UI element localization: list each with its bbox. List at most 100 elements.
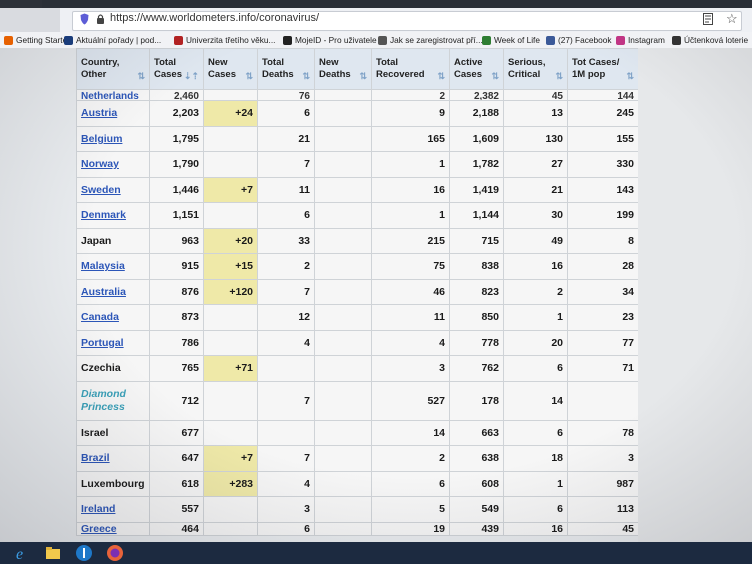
table-row: Belgium 1,795 21 165 1,609 130 155 [76, 125, 638, 152]
country-name[interactable]: Brazil [81, 452, 110, 464]
column-header-total-recovered[interactable]: Total Recovered ⇅ [371, 48, 450, 90]
column-header-new-deaths[interactable]: New Deaths ⇅ [314, 48, 372, 90]
cell-recovered: 75 [371, 253, 450, 280]
cell-active: 1,782 [449, 151, 504, 178]
sort-icon[interactable]: ⇅ [555, 70, 563, 82]
university-icon [174, 35, 183, 45]
reader-view-icon[interactable] [703, 13, 713, 25]
cell-recovered: 2 [371, 89, 450, 101]
cell-new-cases [203, 89, 258, 101]
cell-country: Portugal [76, 329, 150, 356]
cell-recovered: 14 [371, 419, 450, 446]
edge-icon[interactable]: e [13, 544, 31, 562]
country-name[interactable]: Ireland [81, 503, 115, 515]
country-name: Luxembourg [81, 477, 145, 490]
url-text[interactable]: https://www.worldometers.info/coronaviru… [110, 12, 319, 24]
cell-active: 850 [449, 304, 504, 331]
country-name[interactable]: Malaysia [81, 260, 125, 272]
cell-per-million: 3 [567, 445, 638, 472]
country-name[interactable]: Sweden [81, 184, 121, 196]
page-right-margin [638, 48, 752, 542]
bookmark-item[interactable]: Aktuální pořady | pod... [64, 34, 161, 46]
sort-icon[interactable]: ⇅ [437, 70, 445, 82]
bookmark-item[interactable]: Instagram [616, 34, 665, 46]
file-explorer-icon[interactable] [44, 544, 62, 562]
cell-new-cases: +283 [203, 470, 258, 497]
bookmark-item[interactable]: MojeID - Pro uživatele [283, 34, 377, 46]
cell-recovered: 215 [371, 227, 450, 254]
bookmark-label: Instagram [628, 35, 665, 45]
firefox-icon[interactable] [106, 544, 124, 562]
sort-icon[interactable]: ⇅ [491, 70, 499, 82]
bookmark-item[interactable]: Univerzita třetího věku... [174, 34, 275, 46]
cell-country: Denmark [76, 202, 150, 229]
sort-icon[interactable]: ⇣⇡ [184, 70, 199, 82]
column-header-total-cases[interactable]: Total Cases ⇣⇡ [149, 48, 204, 90]
cell-total-deaths: 4 [257, 329, 315, 356]
country-name[interactable]: Australia [81, 286, 126, 298]
bookmark-star-icon[interactable]: ☆ [726, 12, 738, 26]
bookmark-item[interactable]: Jak se zaregistrovat pří... [378, 34, 483, 46]
sort-icon[interactable]: ⇅ [302, 70, 310, 82]
bookmark-item[interactable]: Getting Started [4, 34, 72, 46]
country-name[interactable]: Belgium [81, 133, 122, 145]
cell-total-cases: 677 [149, 419, 204, 446]
lock-icon[interactable] [96, 13, 105, 25]
cell-country: Luxembourg [76, 470, 150, 497]
cell-recovered: 1 [371, 202, 450, 229]
cell-per-million: 71 [567, 355, 638, 382]
cell-new-deaths [314, 176, 372, 203]
sort-icon[interactable]: ⇅ [626, 70, 634, 82]
cell-new-cases: +7 [203, 176, 258, 203]
cell-total-deaths: 21 [257, 125, 315, 152]
cell-recovered: 527 [371, 380, 450, 421]
cell-new-cases [203, 151, 258, 178]
cell-new-cases: +7 [203, 445, 258, 472]
cell-new-deaths [314, 445, 372, 472]
cell-serious: 49 [503, 227, 568, 254]
sort-icon[interactable]: ⇅ [137, 70, 145, 82]
country-name[interactable]: Portugal [81, 337, 124, 349]
cell-serious: 20 [503, 329, 568, 356]
cell-total-deaths: 33 [257, 227, 315, 254]
country-name[interactable]: Denmark [81, 209, 126, 221]
cell-country: Brazil [76, 445, 150, 472]
country-name[interactable]: Austria [81, 107, 117, 119]
tracking-shield-icon[interactable] [80, 13, 89, 25]
column-header-cases-per-million[interactable]: Tot Cases/1M pop ⇅ [567, 48, 638, 90]
cell-recovered: 165 [371, 125, 450, 152]
sort-icon[interactable]: ⇅ [245, 70, 253, 82]
bookmark-item[interactable]: (27) Facebook [546, 34, 612, 46]
column-header-serious-critical[interactable]: Serious, Critical ⇅ [503, 48, 568, 90]
column-header-new-cases[interactable]: New Cases ⇅ [203, 48, 258, 90]
country-name[interactable]: Greece [81, 523, 117, 534]
bookmark-label: MojeID - Pro uživatele [295, 35, 377, 45]
table-row: Sweden 1,446 +7 11 16 1,419 21 143 [76, 176, 638, 203]
table-row: Malaysia 915 +15 2 75 838 16 28 [76, 253, 638, 280]
cell-per-million: 330 [567, 151, 638, 178]
cell-new-cases [203, 419, 258, 446]
cell-recovered: 19 [371, 521, 450, 536]
country-name[interactable]: Canada [81, 311, 119, 323]
column-header-country[interactable]: Country, Other ⇅ [76, 48, 150, 90]
cell-total-deaths: 7 [257, 278, 315, 305]
sort-icon[interactable]: ⇅ [359, 70, 367, 82]
cell-serious: 13 [503, 100, 568, 127]
cell-total-deaths: 6 [257, 521, 315, 536]
lenovo-icon[interactable] [75, 544, 93, 562]
bookmark-item[interactable]: Week of Life [482, 34, 540, 46]
cell-per-million: 77 [567, 329, 638, 356]
cell-serious: 6 [503, 355, 568, 382]
column-header-total-deaths[interactable]: Total Deaths ⇅ [257, 48, 315, 90]
country-name[interactable]: Norway [81, 158, 119, 170]
country-name[interactable]: Netherlands [81, 91, 139, 100]
cell-total-cases: 876 [149, 278, 204, 305]
cell-country: Japan [76, 227, 150, 254]
cell-active: 762 [449, 355, 504, 382]
cell-new-cases [203, 125, 258, 152]
bookmark-item[interactable]: Účtenková loterie [672, 34, 748, 46]
cell-serious: 30 [503, 202, 568, 229]
cell-total-cases: 873 [149, 304, 204, 331]
cell-total-cases: 786 [149, 329, 204, 356]
column-header-active-cases[interactable]: Active Cases ⇅ [449, 48, 504, 90]
